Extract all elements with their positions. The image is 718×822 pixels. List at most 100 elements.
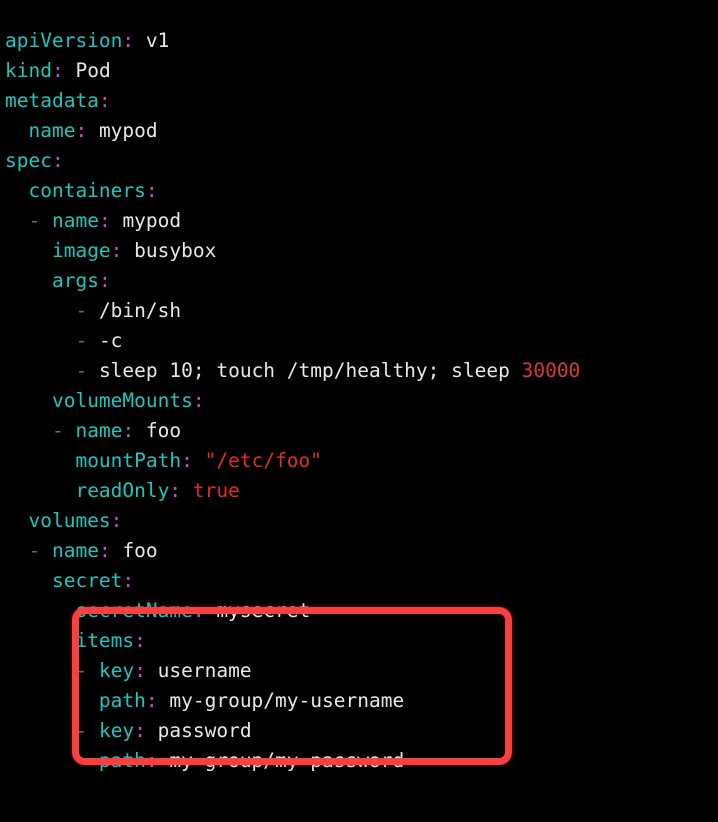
token-plain: foo bbox=[134, 418, 182, 442]
token-colon: : bbox=[192, 388, 205, 412]
token-colon: : bbox=[122, 418, 135, 442]
token-number: 30000 bbox=[521, 358, 581, 382]
code-line: items: bbox=[5, 626, 580, 656]
token-dash: - bbox=[51, 418, 64, 442]
code-line: - name: foo bbox=[5, 536, 580, 566]
token-colon: : bbox=[145, 688, 158, 712]
code-line: name: mypod bbox=[5, 116, 580, 146]
token-plain: my-group/my-password bbox=[157, 748, 405, 772]
token-colon: : bbox=[98, 208, 111, 232]
token-plain: Pod bbox=[63, 58, 111, 82]
token-colon: : bbox=[51, 58, 64, 82]
token-key: kind bbox=[5, 58, 52, 82]
token-colon: : bbox=[134, 658, 146, 682]
token-colon: : bbox=[110, 508, 123, 532]
token-key: key bbox=[98, 658, 135, 682]
token-colon: : bbox=[122, 568, 135, 592]
code-line: volumeMounts: bbox=[5, 386, 580, 416]
token-colon: : bbox=[145, 748, 158, 772]
token-key: readOnly bbox=[75, 478, 170, 502]
code-viewer: apiVersion: v1 kind: Pod metadata: name:… bbox=[0, 0, 718, 822]
token-plain: mypod bbox=[110, 208, 182, 232]
token-key: key bbox=[98, 718, 135, 742]
token-colon: : bbox=[98, 538, 111, 562]
token-key: name bbox=[51, 538, 99, 562]
token-colon: : bbox=[145, 178, 158, 202]
token-key: containers bbox=[28, 178, 146, 202]
code-line: metadata: bbox=[5, 86, 580, 116]
token-key: args bbox=[51, 268, 99, 292]
token-plain: username bbox=[145, 658, 252, 682]
token-bool: true bbox=[192, 478, 240, 502]
token-key: path bbox=[98, 688, 146, 712]
code-line: - sleep 10; touch /tmp/healthy; sleep 30… bbox=[5, 356, 580, 386]
token-plain: my-group/my-username bbox=[157, 688, 405, 712]
code-line: secretName: mysecret bbox=[5, 596, 580, 626]
yaml-source-code[interactable]: apiVersion: v1 kind: Pod metadata: name:… bbox=[5, 26, 580, 776]
token-key: image bbox=[51, 238, 111, 262]
code-line: - /bin/sh bbox=[5, 296, 580, 326]
code-line: containers: bbox=[5, 176, 580, 206]
token-key: name bbox=[28, 118, 76, 142]
token-colon: : bbox=[134, 718, 146, 742]
code-line: - name: foo bbox=[5, 416, 580, 446]
token-key: path bbox=[98, 748, 146, 772]
token-dash: - bbox=[75, 298, 88, 322]
token-key: volumes bbox=[28, 508, 111, 532]
code-line: - -c bbox=[5, 326, 580, 356]
token-plain: -c bbox=[87, 328, 123, 352]
token-dash: - bbox=[28, 538, 41, 562]
code-line: path: my-group/my-password bbox=[5, 746, 580, 776]
token-colon: : bbox=[181, 448, 193, 472]
token-colon: : bbox=[192, 598, 205, 622]
token-plain: mypod bbox=[87, 118, 158, 142]
token-plain: /bin/sh bbox=[87, 298, 182, 322]
code-line: secret: bbox=[5, 566, 580, 596]
token-dash: - bbox=[75, 328, 88, 352]
token-key: secretName bbox=[75, 598, 193, 622]
token-key: mountPath bbox=[75, 448, 182, 472]
code-line: path: my-group/my-username bbox=[5, 686, 580, 716]
code-line: - name: mypod bbox=[5, 206, 580, 236]
code-line: spec: bbox=[5, 146, 580, 176]
token-plain: v1 bbox=[134, 28, 170, 52]
code-line: args: bbox=[5, 266, 580, 296]
token-plain: password bbox=[145, 718, 252, 742]
code-line: readOnly: true bbox=[5, 476, 580, 506]
token-key: items bbox=[75, 628, 135, 652]
code-line: - key: username bbox=[5, 656, 580, 686]
token-string: "/etc/foo" bbox=[204, 448, 323, 472]
token-dash: - bbox=[75, 718, 88, 742]
token-key: apiVersion bbox=[5, 28, 123, 52]
token-colon: : bbox=[110, 238, 123, 262]
token-colon: : bbox=[98, 268, 111, 292]
token-colon: : bbox=[134, 628, 146, 652]
token-dash: - bbox=[28, 208, 41, 232]
token-key: name bbox=[75, 418, 123, 442]
token-plain: mysecret bbox=[204, 598, 311, 622]
token-colon: : bbox=[75, 118, 88, 142]
token-plain: foo bbox=[110, 538, 158, 562]
token-colon: : bbox=[169, 478, 182, 502]
code-line: kind: Pod bbox=[5, 56, 580, 86]
